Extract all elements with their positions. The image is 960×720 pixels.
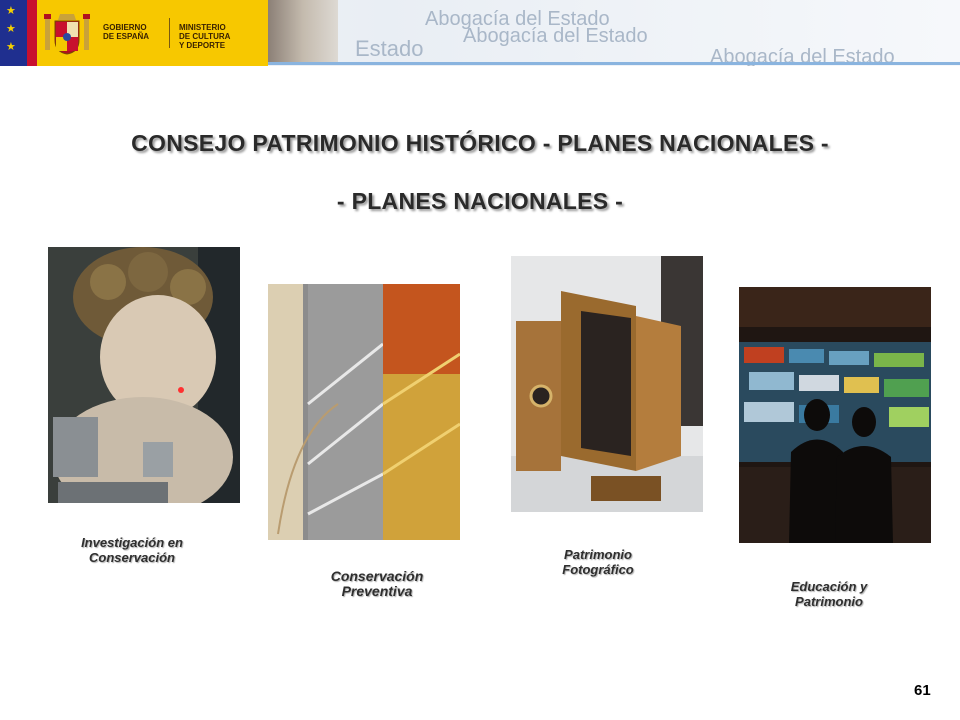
coat-of-arms-icon (44, 14, 90, 55)
caption-investigacion: Investigación en Conservación (32, 535, 232, 565)
logo-text-line: GOBIERNO (103, 23, 147, 32)
watermark-text: Abogacía del Estado (463, 25, 648, 47)
caption-line: Patrimonio (795, 594, 863, 609)
caption-conservacion-preventiva: Conservación Preventiva (277, 569, 477, 599)
watermark-text: Estado (355, 36, 424, 61)
caption-line: Patrimonio (564, 547, 632, 562)
page-subtitle: - PLANES NACIONALES - (336, 188, 624, 214)
government-label: GOBIERNO DE ESPAÑA (103, 23, 149, 41)
star-icon: ★ (6, 23, 16, 35)
logo-text-line: DE CULTURA (179, 32, 231, 41)
photo-museum-screens (739, 287, 931, 543)
caption-line: Conservación (330, 568, 424, 584)
caption-patrimonio-fotografico: Patrimonio Fotográfico (498, 547, 698, 577)
caption-line: Fotográfico (562, 562, 634, 577)
page-number: 61 (914, 682, 931, 699)
caption-line: Educación y (790, 579, 868, 594)
logo-divider (169, 18, 170, 48)
header-accent-line (268, 62, 960, 65)
logo-text-line: Y DEPORTE (179, 41, 226, 50)
eu-flag-strip: ★ ★ ★ (0, 0, 27, 66)
ministry-label: MINISTERIO DE CULTURA Y DEPORTE (179, 23, 230, 50)
photo-antique-camera (511, 256, 703, 512)
logo-text-line: MINISTERIO (179, 23, 226, 32)
photo-cherub-sculpture (48, 247, 240, 503)
building-photo (268, 0, 338, 62)
photo-conservation-document (268, 284, 460, 540)
government-logo: GOBIERNO DE ESPAÑA MINISTERIO DE CULTURA… (27, 0, 268, 66)
page-title: CONSEJO PATRIMONIO HISTÓRICO - PLANES NA… (131, 130, 829, 156)
header-banner: ★ ★ ★ GOBIERNO DE ESPAÑA MINISTERIO DE C… (0, 0, 960, 66)
caption-line: Investigación en (81, 535, 183, 550)
logo-text-line: DE ESPAÑA (103, 32, 150, 41)
flag-stripe (27, 0, 37, 66)
caption-line: Preventiva (341, 583, 413, 599)
caption-educacion-patrimonio: Educación y Patrimonio (729, 579, 929, 609)
star-icon: ★ (6, 5, 16, 17)
caption-line: Conservación (89, 550, 175, 565)
star-icon: ★ (6, 41, 16, 53)
